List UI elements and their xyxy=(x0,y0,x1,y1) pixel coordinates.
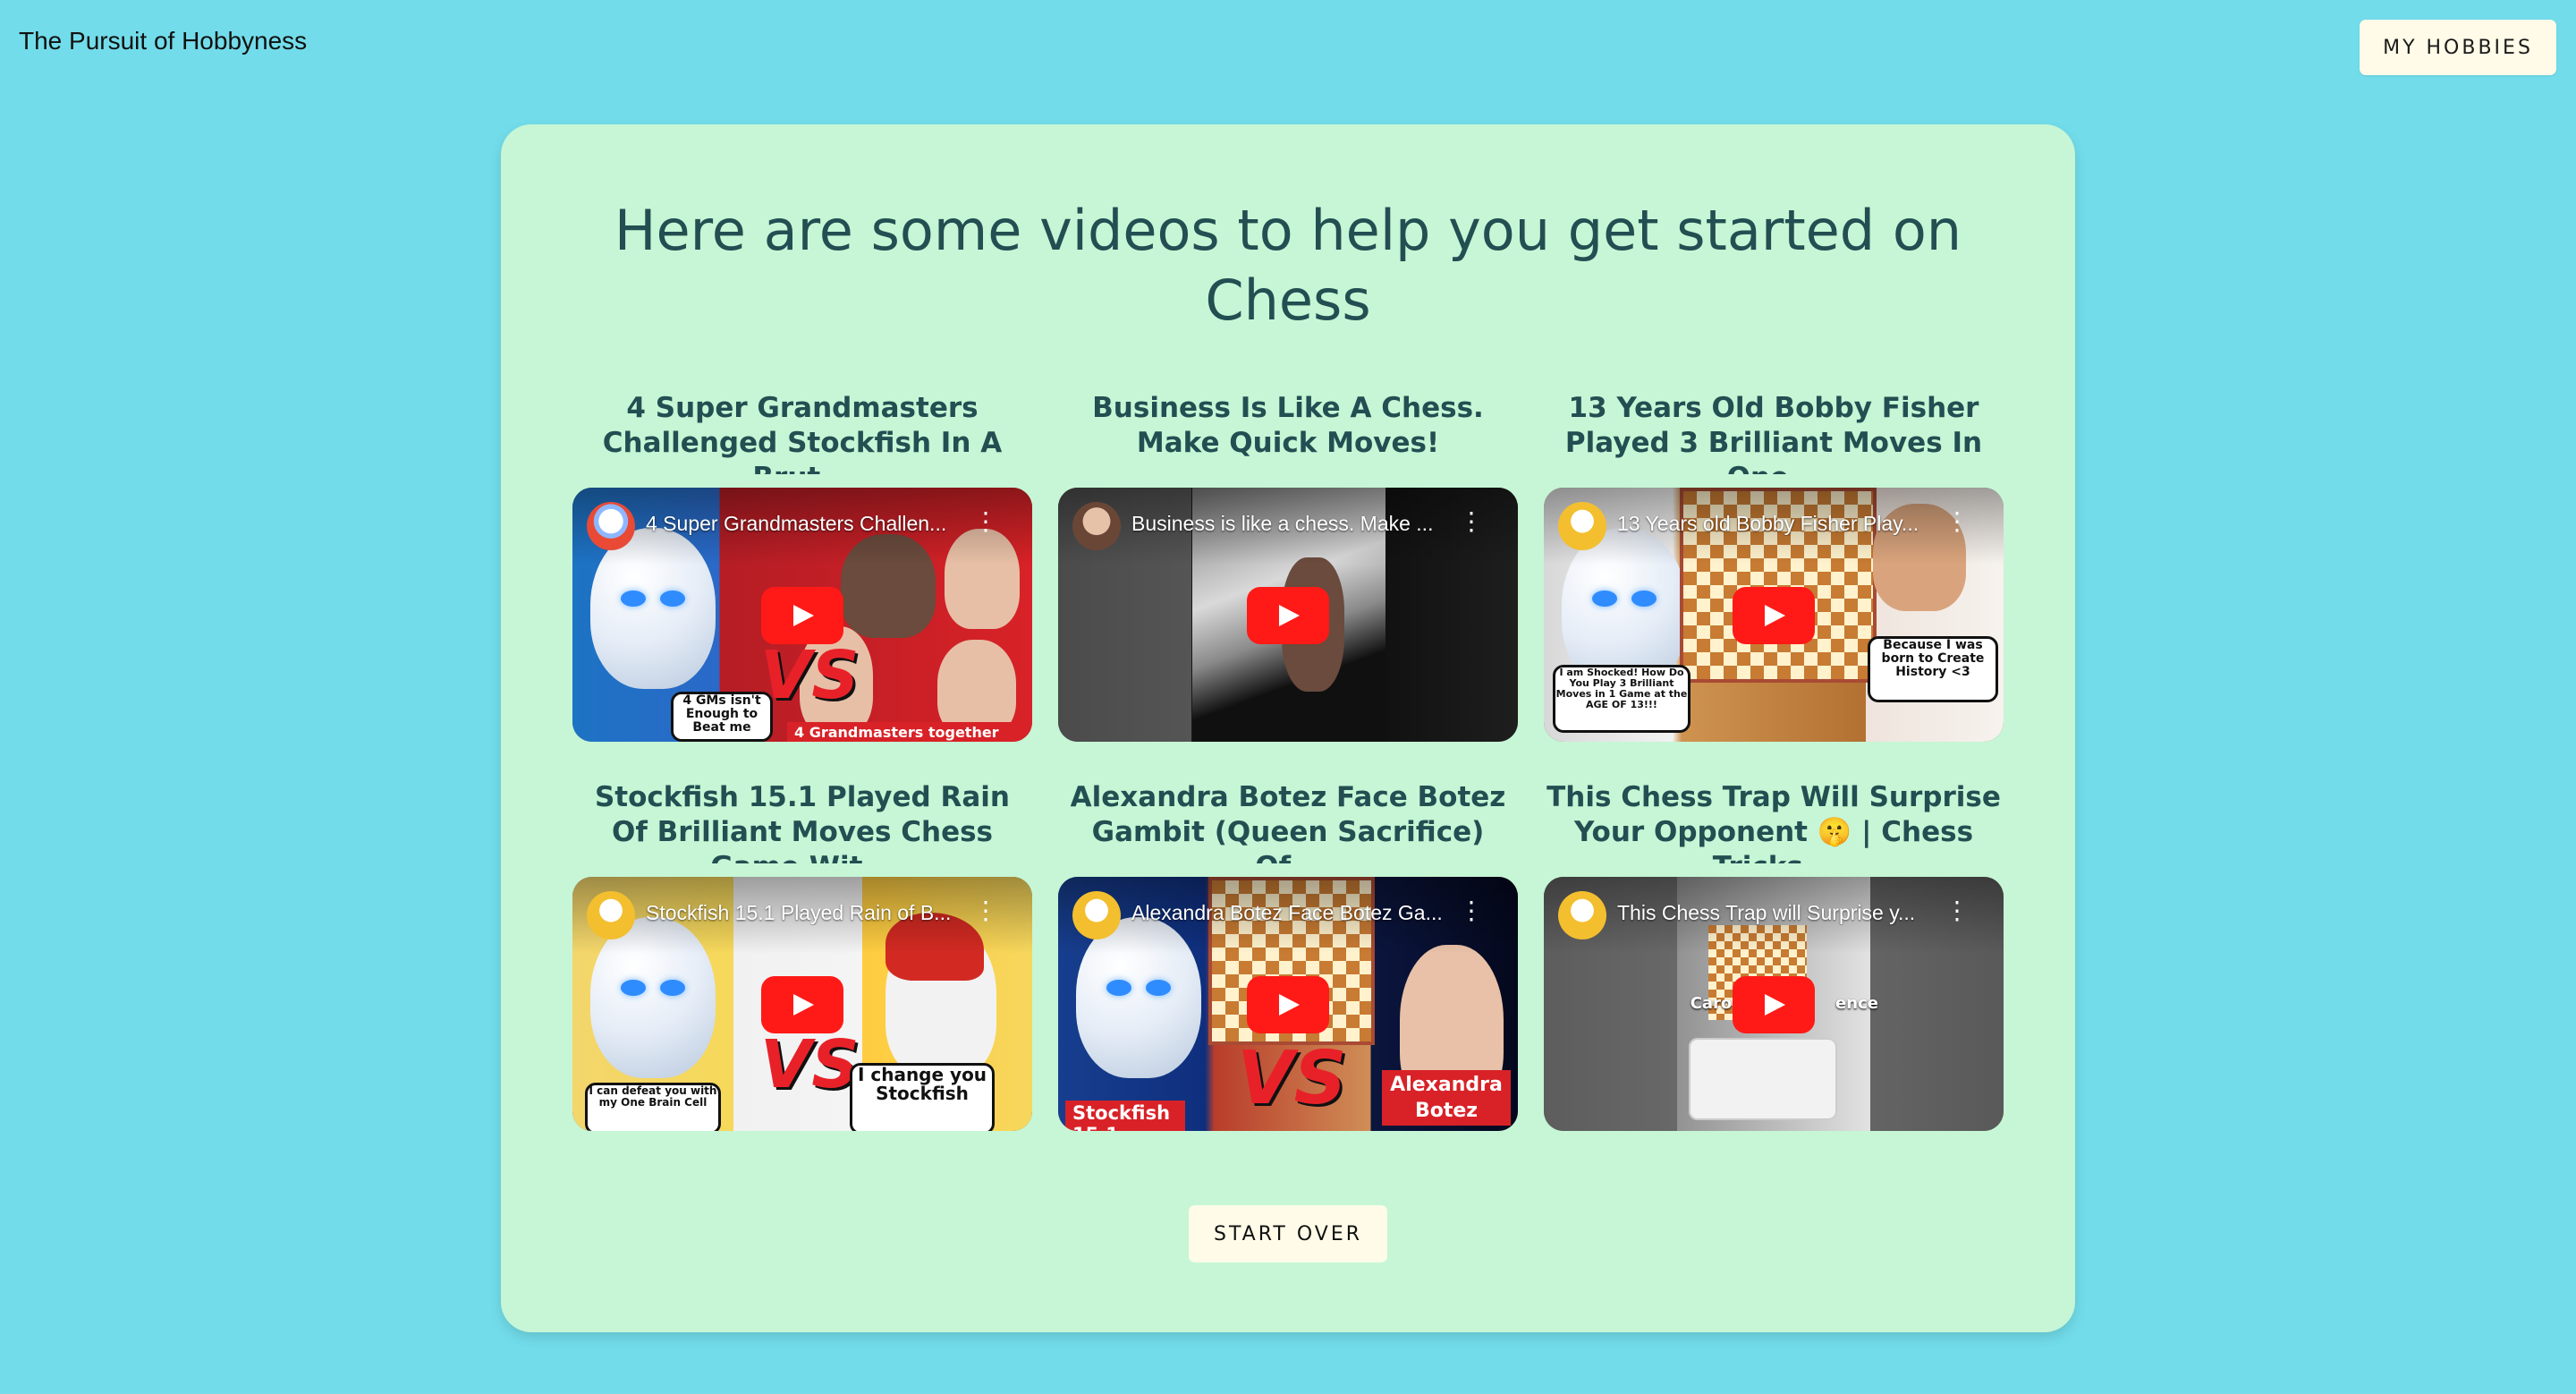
caption-label: Alexandra Botez xyxy=(1382,1070,1511,1126)
video-card-chess-trap: This Chess Trap Will Surprise Your Oppon… xyxy=(1544,780,2004,1131)
caption-label: 4 Grandmasters together xyxy=(787,722,1023,742)
more-options-icon[interactable]: ⋮ xyxy=(1945,509,1970,534)
caption-label: Stockfish 15.1 xyxy=(1065,1101,1185,1131)
play-button[interactable] xyxy=(1247,976,1329,1033)
play-button[interactable] xyxy=(761,587,843,644)
video-thumbnail[interactable]: VS 4 GMs isn't Enough to Beat me 4 Grand… xyxy=(572,488,1032,742)
more-options-icon[interactable]: ⋮ xyxy=(1459,898,1484,923)
play-button[interactable] xyxy=(761,976,843,1033)
speech-bubble: Because I was born to Create History <3 xyxy=(1868,636,1998,702)
thumbnail-caption: Caro xyxy=(1690,994,1733,1013)
videos-card: Here are some videos to help you get sta… xyxy=(501,124,2075,1332)
video-card-stockfish-grandmasters: 4 Super Grandmasters Challenged Stockfis… xyxy=(572,391,1032,742)
video-thumbnail[interactable]: I am Shocked! How Do You Play 3 Brillian… xyxy=(1544,488,2004,742)
video-title: Stockfish 15.1 Played Rain Of Brilliant … xyxy=(594,781,1011,863)
brand-title: The Pursuit of Hobbyness xyxy=(19,27,308,55)
channel-avatar[interactable] xyxy=(1072,891,1121,939)
versus-mark: VS xyxy=(1237,1036,1347,1121)
thumbnail-caption: ence xyxy=(1835,994,1878,1013)
more-options-icon[interactable]: ⋮ xyxy=(1945,898,1970,923)
video-title: 4 Super Grandmasters Challenged Stockfis… xyxy=(602,392,1003,474)
video-card-alexandra-botez: Alexandra Botez Face Botez Gambit (Queen… xyxy=(1058,780,1518,1131)
play-button[interactable] xyxy=(1247,587,1329,644)
embedded-video-title[interactable]: 4 Super Grandmasters Challen... xyxy=(646,512,959,536)
video-title: Business Is Like A Chess. Make Quick Mov… xyxy=(1092,392,1484,459)
start-over-button[interactable]: START OVER xyxy=(1189,1205,1387,1262)
channel-avatar[interactable] xyxy=(1558,891,1606,939)
embedded-video-title[interactable]: 13 Years old Bobby Fisher Play... xyxy=(1617,512,1930,536)
more-options-icon[interactable]: ⋮ xyxy=(1459,509,1484,534)
video-card-stockfish-rain: Stockfish 15.1 Played Rain Of Brilliant … xyxy=(572,780,1032,1131)
channel-avatar[interactable] xyxy=(1072,502,1121,550)
my-hobbies-button[interactable]: MY HOBBIES xyxy=(2360,20,2556,75)
more-options-icon[interactable]: ⋮ xyxy=(973,509,998,534)
play-button[interactable] xyxy=(1733,976,1815,1033)
channel-avatar[interactable] xyxy=(1558,502,1606,550)
video-thumbnail[interactable]: Business is like a chess. Make ... ⋮ xyxy=(1058,488,1518,742)
play-button[interactable] xyxy=(1733,587,1815,644)
channel-avatar[interactable] xyxy=(587,502,635,550)
video-title: This Chess Trap Will Surprise Your Oppon… xyxy=(1546,781,2001,863)
video-thumbnail[interactable]: Caro ence This Chess Trap will Surprise … xyxy=(1544,877,2004,1131)
video-card-business-chess: Business Is Like A Chess. Make Quick Mov… xyxy=(1058,391,1518,742)
versus-mark: VS xyxy=(760,1026,860,1103)
video-title: 13 Years Old Bobby Fisher Played 3 Brill… xyxy=(1564,392,1983,474)
more-options-icon[interactable]: ⋮ xyxy=(973,898,998,923)
video-thumbnail[interactable]: VS I can defeat you with my One Brain Ce… xyxy=(572,877,1032,1131)
speech-bubble: I am Shocked! How Do You Play 3 Brillian… xyxy=(1553,665,1690,733)
speech-bubble: I change you Stockfish xyxy=(850,1063,995,1131)
embedded-video-title[interactable]: This Chess Trap will Surprise y... xyxy=(1617,901,1930,925)
video-title: Alexandra Botez Face Botez Gambit (Queen… xyxy=(1070,781,1506,863)
channel-avatar[interactable] xyxy=(587,891,635,939)
speech-bubble: 4 GMs isn't Enough to Beat me xyxy=(671,692,773,742)
embedded-video-title[interactable]: Alexandra Botez Face Botez Ga... xyxy=(1131,901,1445,925)
versus-mark: VS xyxy=(760,637,860,714)
page-heading: Here are some videos to help you get sta… xyxy=(614,198,1962,333)
video-grid: 4 Super Grandmasters Challenged Stockfis… xyxy=(572,391,2004,1131)
chess-pieces-image xyxy=(1689,1038,1837,1120)
embedded-video-title[interactable]: Business is like a chess. Make ... xyxy=(1131,512,1445,536)
video-thumbnail[interactable]: VS Stockfish 15.1 Alexandra Botez Alexan… xyxy=(1058,877,1518,1131)
speech-bubble: I can defeat you with my One Brain Cell xyxy=(585,1083,721,1131)
video-card-bobby-fisher: 13 Years Old Bobby Fisher Played 3 Brill… xyxy=(1544,391,2004,742)
embedded-video-title[interactable]: Stockfish 15.1 Played Rain of B... xyxy=(646,901,959,925)
